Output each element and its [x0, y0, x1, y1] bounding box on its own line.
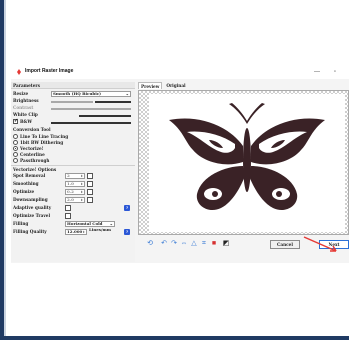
rotate-right-icon[interactable]: ↷: [170, 240, 178, 248]
title-bar: Import Raster Image — ▫: [11, 65, 349, 79]
minimize-button[interactable]: —: [311, 67, 323, 77]
downsampling-value: 2.0: [67, 197, 74, 202]
color-icon[interactable]: ■: [210, 240, 218, 248]
spin-arrows-icon[interactable]: ⇕: [80, 198, 83, 202]
crop-icon[interactable]: ⌗: [200, 240, 208, 248]
optimize-input[interactable]: 0.2 ⇕: [65, 189, 85, 195]
adaptive-quality-checkbox[interactable]: [65, 205, 71, 211]
preview-paper: [149, 94, 345, 232]
radio-passthrough-label: Passthrough: [20, 158, 50, 163]
spin-arrows-icon[interactable]: ⇕: [82, 230, 85, 234]
refresh-icon[interactable]: ⟲: [146, 240, 154, 248]
spin-arrows-icon[interactable]: ⇕: [80, 182, 83, 186]
white-clip-slider[interactable]: [79, 115, 131, 117]
spot-removal-label: Spot Removal: [13, 173, 46, 178]
radio-passthrough-dot[interactable]: [13, 157, 18, 163]
smoothing-value: 1.0: [67, 181, 74, 186]
rotate-left-icon[interactable]: ↶: [160, 240, 168, 248]
brightness-slider[interactable]: [95, 101, 131, 103]
spin-arrows-icon[interactable]: ⇕: [80, 190, 83, 194]
filling-quality-unit: Lines/mm: [89, 227, 111, 232]
optimize-travel-label: Optimize Travel: [13, 213, 51, 218]
brightness-slider-left[interactable]: [51, 101, 93, 103]
maximize-button[interactable]: ▫: [329, 67, 341, 77]
spot-removal-checkbox[interactable]: [87, 173, 93, 179]
radio-dithering-dot[interactable]: [13, 139, 18, 145]
filling-quality-value: 12.000: [67, 229, 83, 234]
filling-quality-input[interactable]: 12.000 ⇕: [65, 229, 87, 235]
spin-arrows-icon[interactable]: ⇕: [80, 174, 83, 178]
flip-horizontal-icon[interactable]: ⇔: [180, 240, 188, 248]
desktop-frame-bottom: [0, 336, 349, 340]
chevron-down-icon: ⌄: [109, 221, 113, 226]
optimize-label: Optimize: [13, 189, 35, 194]
smoothing-label: Smoothing: [13, 181, 39, 186]
help-icon[interactable]: ?: [124, 229, 130, 235]
import-raster-window: Import Raster Image — ▫ Parameters Resiz…: [11, 65, 349, 263]
optimize-value: 0.2: [67, 189, 74, 194]
tab-original[interactable]: Original: [164, 82, 187, 89]
adaptive-quality-label: Adaptive quality: [13, 205, 52, 210]
app-icon: [17, 69, 21, 75]
spot-removal-value: 2: [67, 173, 70, 178]
invert-icon[interactable]: ◩: [222, 240, 230, 248]
downsampling-checkbox[interactable]: [87, 197, 93, 203]
filling-quality-label: Filling Quality: [13, 229, 47, 234]
optimize-travel-checkbox[interactable]: [65, 213, 71, 219]
resize-value: Smooth (HQ Bicubic): [53, 91, 102, 96]
cancel-button[interactable]: Cancel: [270, 240, 300, 249]
bw-checkbox[interactable]: [13, 118, 18, 125]
bw-label: B&W: [20, 119, 33, 124]
chevron-down-icon: ⌄: [125, 91, 129, 96]
butterfly-image: [169, 103, 325, 211]
radio-centerline-dot[interactable]: [13, 151, 18, 157]
radio-passthrough[interactable]: Passthrough: [13, 157, 49, 164]
flip-vertical-icon[interactable]: △: [190, 240, 198, 248]
downsampling-input[interactable]: 2.0 ⇕: [65, 197, 85, 203]
radio-vectorize-dot[interactable]: [13, 145, 18, 151]
radio-line-to-line-dot[interactable]: [13, 133, 18, 139]
preview-canvas[interactable]: [138, 90, 349, 235]
brightness-label: Brightness: [13, 98, 39, 103]
desktop-frame-shadow: [4, 0, 6, 336]
vectorize-options-header: Vectorize! Options: [11, 165, 135, 172]
spot-removal-input[interactable]: 2 ⇕: [65, 173, 85, 179]
conversion-header: Conversion Tool: [11, 126, 135, 133]
contrast-slider[interactable]: [51, 108, 131, 110]
help-icon[interactable]: ?: [124, 205, 130, 211]
window-title: Import Raster Image: [25, 68, 74, 74]
downsampling-label: Downsampling: [13, 197, 48, 202]
filling-label: Filling: [13, 221, 29, 226]
smoothing-input[interactable]: 1.0 ⇕: [65, 181, 85, 187]
parameters-panel: Parameters Resize Smooth (HQ Bicubic) ⌄ …: [11, 82, 135, 262]
bw-row[interactable]: B&W: [13, 118, 32, 125]
optimize-checkbox[interactable]: [87, 189, 93, 195]
red-arrow-annotation: [303, 236, 337, 252]
smoothing-checkbox[interactable]: [87, 181, 93, 187]
parameters-header: Parameters: [11, 82, 135, 89]
bw-threshold-slider[interactable]: [51, 122, 131, 124]
contrast-label: Contrast: [13, 105, 34, 110]
filling-value: Horizontal Cold: [67, 221, 103, 226]
preview-tabs: Preview Original: [138, 82, 190, 89]
resize-select[interactable]: Smooth (HQ Bicubic) ⌄: [51, 91, 131, 97]
resize-label: Resize: [13, 91, 29, 96]
tab-preview[interactable]: Preview: [138, 82, 163, 89]
